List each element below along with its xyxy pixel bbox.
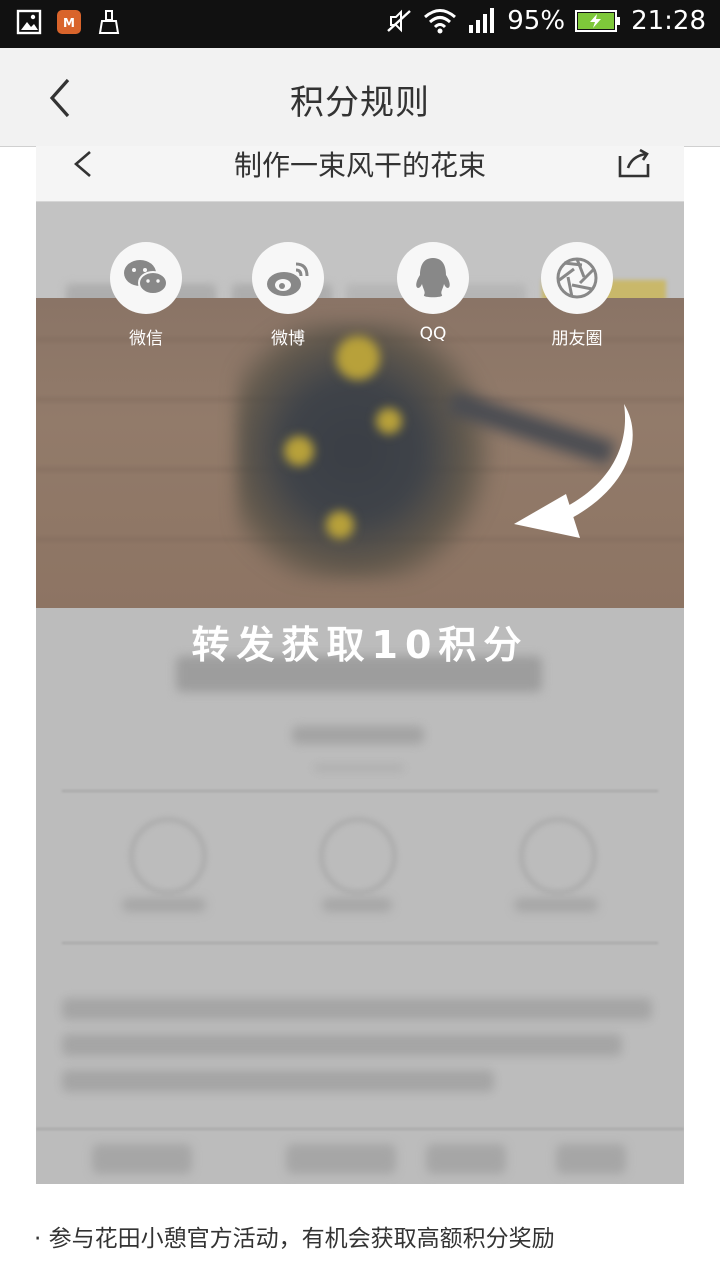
- blurred-article: [36, 608, 684, 1184]
- app-badge-icon: M: [57, 10, 81, 34]
- moments-icon: [556, 257, 598, 299]
- illustration-title: 制作一束风干的花束: [233, 149, 486, 182]
- battery-percent: 95%: [507, 6, 566, 36]
- signal-icon: [469, 8, 495, 33]
- share-label: 微信: [129, 329, 163, 349]
- share-item-moments: 朋友圈: [532, 242, 622, 349]
- share-label: 朋友圈: [551, 329, 603, 349]
- share-label: QQ: [419, 324, 447, 344]
- illustration-header: 制作一束风干的花束: [36, 146, 684, 202]
- app-bar: 积分规则: [0, 48, 720, 147]
- share-label: 微博: [271, 329, 305, 349]
- status-bar: M 95% 21:28: [0, 0, 720, 48]
- clock: 21:28: [631, 6, 706, 36]
- weibo-icon: [267, 262, 309, 296]
- share-item-wechat: 微信: [101, 242, 191, 349]
- curved-arrow-icon: [514, 404, 633, 538]
- rule-text: · 参与花田小憩官方活动，有机会获取高额积分奖励: [34, 1226, 555, 1252]
- share-icon: [618, 148, 650, 178]
- share-item-weibo: 微博: [243, 242, 333, 349]
- rule-text-content: 参与花田小憩官方活动，有机会获取高额积分奖励: [48, 1226, 555, 1252]
- svg-text:M: M: [63, 16, 75, 30]
- page-title: 积分规则: [290, 83, 430, 123]
- promo-caption: 转发获取10积分: [191, 623, 529, 667]
- qq-icon: [416, 258, 450, 298]
- mute-icon: [387, 9, 412, 33]
- rule-illustration: 制作一束风干的花束 微信 微博 QQ 朋友圈 转发获取10积分: [36, 146, 684, 1184]
- share-options: 微信 微博 QQ 朋友圈: [36, 242, 684, 352]
- gallery-icon: [16, 9, 42, 35]
- battery-charging-icon: [575, 10, 621, 32]
- share-item-qq: QQ: [388, 242, 478, 344]
- wechat-icon: [124, 260, 168, 295]
- cleaner-icon: [98, 10, 120, 34]
- wifi-icon: [424, 9, 457, 34]
